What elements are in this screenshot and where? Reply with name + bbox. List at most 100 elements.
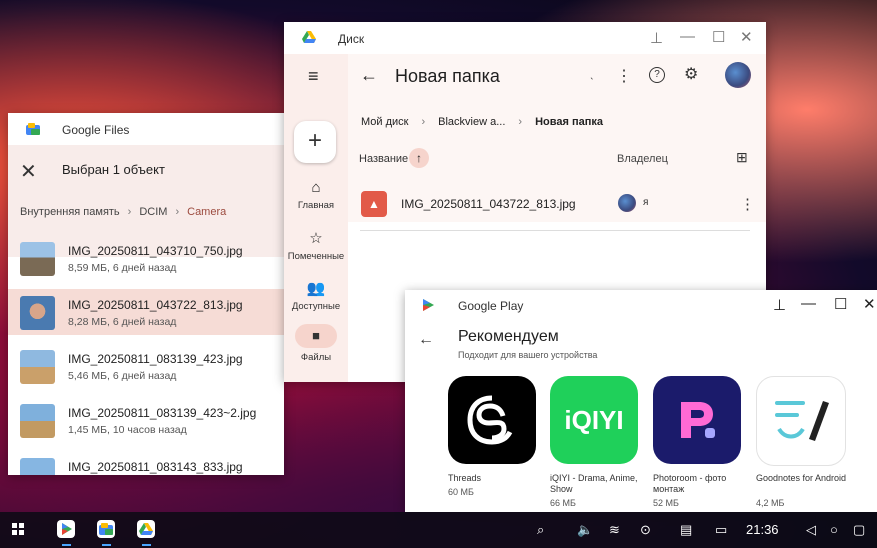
help-icon[interactable]: ? bbox=[649, 67, 665, 83]
list-item[interactable]: IMG_20250811_083139_423~2.jpg 1,45 МБ, 1… bbox=[8, 397, 284, 443]
more-vert-icon[interactable]: ⋮ bbox=[616, 66, 632, 86]
stray-mark: ˎ bbox=[590, 66, 594, 80]
image-file-icon: ▲ bbox=[361, 191, 387, 217]
grid-view-icon[interactable]: ⊞ bbox=[736, 149, 748, 166]
file-name: IMG_20250811_083139_423.jpg bbox=[68, 352, 243, 366]
avatar[interactable] bbox=[725, 62, 751, 88]
nav-back-icon[interactable]: ◁ bbox=[806, 522, 816, 538]
app-size: 52 МБ bbox=[653, 498, 679, 508]
files-titlebar[interactable]: Google Files bbox=[8, 113, 284, 145]
list-item[interactable]: IMG_20250811_043710_750.jpg 8,59 МБ, 6 д… bbox=[8, 235, 284, 281]
more-vert-icon[interactable]: ⋮ bbox=[740, 195, 755, 213]
sidebar-item-files[interactable]: ■ Файлы bbox=[284, 324, 348, 363]
sidebar-item-label: Главная bbox=[297, 200, 335, 211]
chevron-right-icon: › bbox=[421, 116, 426, 128]
breadcrumb: Мой диск › Blackview a... › Новая папка bbox=[361, 116, 603, 128]
list-item[interactable]: IMG_20250811_083143_833.jpg bbox=[8, 451, 284, 475]
image-thumbnail bbox=[20, 350, 55, 384]
app-size: 60 МБ bbox=[448, 487, 474, 497]
sort-arrow-up-icon[interactable]: ↑ bbox=[409, 148, 429, 168]
clock[interactable]: 21:36 bbox=[746, 522, 779, 537]
people-icon: 👥 bbox=[306, 280, 326, 297]
search-icon[interactable]: ⌕ bbox=[537, 522, 544, 538]
app-name[interactable]: Goodnotes for Android bbox=[756, 473, 852, 484]
settings-gear-icon[interactable]: ⚙ bbox=[684, 64, 698, 84]
selection-count: Выбран 1 объект bbox=[62, 162, 165, 177]
notification-circle-icon[interactable]: ⊙ bbox=[640, 522, 651, 538]
app-icon-iqiyi[interactable]: iQIYI bbox=[550, 376, 638, 464]
volume-icon[interactable]: 🔈 bbox=[577, 522, 593, 538]
file-meta: 8,28 МБ, 6 дней назад bbox=[68, 316, 177, 328]
breadcrumb-blackview[interactable]: Blackview a... bbox=[438, 116, 505, 128]
play-titlebar[interactable]: Google Play ⊥ — ☐ ✕ bbox=[405, 290, 877, 320]
maximize-icon[interactable]: ☐ bbox=[712, 28, 725, 46]
files-window: Google Files ✕ Выбран 1 объект Внутрення… bbox=[8, 113, 284, 475]
taskbar-play-icon[interactable] bbox=[57, 520, 75, 543]
app-icon-photoroom[interactable] bbox=[653, 376, 741, 464]
minimize-icon[interactable]: — bbox=[680, 28, 695, 45]
back-arrow-icon[interactable]: ← bbox=[418, 331, 434, 349]
table-row[interactable]: ▲ IMG_20250811_043722_813.jpg я ⋮ bbox=[348, 182, 766, 232]
app-icon-goodnotes[interactable] bbox=[756, 376, 846, 466]
menu-icon[interactable]: ≡ bbox=[308, 66, 319, 87]
app-size: 66 МБ bbox=[550, 498, 576, 508]
app-name[interactable]: Photoroom - фото монтаж bbox=[653, 473, 749, 495]
breadcrumb-dcim[interactable]: DCIM bbox=[139, 206, 167, 218]
running-indicator bbox=[102, 544, 111, 546]
files-app-icon bbox=[26, 123, 40, 138]
sidebar-item-label: Доступные bbox=[291, 301, 341, 312]
divider bbox=[360, 230, 750, 231]
app-drawer-icon[interactable] bbox=[12, 523, 25, 541]
back-arrow-icon[interactable]: ← bbox=[360, 65, 378, 86]
play-window-title: Google Play bbox=[458, 299, 524, 313]
sidebar-item-home[interactable]: ⌂ Главная bbox=[284, 179, 348, 211]
app-name[interactable]: iQIYI - Drama, Anime, Show bbox=[550, 473, 646, 495]
running-indicator bbox=[142, 544, 151, 546]
page-title: Новая папка bbox=[395, 66, 500, 86]
sidebar-item-starred[interactable]: ☆ Помеченные bbox=[284, 229, 348, 262]
folder-icon: ■ bbox=[295, 324, 337, 348]
close-icon[interactable]: ✕ bbox=[863, 295, 876, 313]
file-meta: 8,59 МБ, 6 дней назад bbox=[68, 262, 177, 274]
list-item-selected[interactable]: IMG_20250811_043722_813.jpg 8,28 МБ, 6 д… bbox=[8, 289, 284, 335]
minimize-icon[interactable]: — bbox=[801, 295, 816, 312]
column-header-name[interactable]: Название bbox=[359, 153, 408, 165]
new-button[interactable]: + bbox=[294, 121, 336, 163]
section-subtitle: Подходит для вашего устройства bbox=[458, 350, 598, 360]
pin-icon[interactable]: ⊥ bbox=[650, 29, 663, 47]
breadcrumb-camera[interactable]: Camera bbox=[187, 206, 226, 218]
close-icon[interactable]: ✕ bbox=[740, 28, 753, 46]
app-icon-threads[interactable] bbox=[448, 376, 536, 464]
file-meta: 5,46 МБ, 6 дней назад bbox=[68, 370, 177, 382]
close-icon[interactable]: ✕ bbox=[20, 159, 37, 184]
nav-recents-icon[interactable]: ▢ bbox=[853, 522, 865, 538]
chevron-right-icon: › bbox=[175, 206, 180, 218]
list-item[interactable]: IMG_20250811_083139_423.jpg 5,46 МБ, 6 д… bbox=[8, 343, 284, 389]
breadcrumb-my-drive[interactable]: Мой диск bbox=[361, 116, 408, 128]
nav-home-icon[interactable]: ○ bbox=[830, 522, 838, 537]
app-name[interactable]: Threads bbox=[448, 473, 544, 484]
chevron-right-icon: › bbox=[127, 206, 132, 218]
pin-icon[interactable]: ⊥ bbox=[773, 296, 786, 314]
file-name: IMG_20250811_043710_750.jpg bbox=[68, 244, 243, 258]
breadcrumb-new-folder[interactable]: Новая папка bbox=[535, 116, 603, 128]
iqiyi-logo-text: iQIYI bbox=[564, 405, 624, 435]
file-name: IMG_20250811_043722_813.jpg bbox=[401, 197, 576, 211]
owner-name: я bbox=[643, 197, 649, 208]
sidebar-item-shared[interactable]: 👥 Доступные bbox=[284, 279, 348, 312]
wifi-icon[interactable]: ≋ bbox=[609, 522, 620, 538]
maximize-icon[interactable]: ☐ bbox=[834, 295, 847, 313]
clipboard-icon[interactable]: ▤ bbox=[680, 522, 692, 538]
breadcrumb-internal-storage[interactable]: Внутренняя память bbox=[20, 206, 120, 218]
section-title: Рекомендуем bbox=[458, 328, 559, 345]
breadcrumb: Внутренняя память › DCIM › Camera bbox=[20, 206, 226, 218]
image-thumbnail bbox=[20, 458, 55, 475]
files-window-title: Google Files bbox=[62, 123, 130, 137]
taskbar-files-icon[interactable] bbox=[97, 520, 115, 543]
taskbar-drive-icon[interactable] bbox=[137, 520, 155, 543]
drive-titlebar[interactable]: Диск ⊥ — ☐ ✕ bbox=[284, 22, 766, 54]
image-thumbnail bbox=[20, 242, 55, 276]
file-name: IMG_20250811_083139_423~2.jpg bbox=[68, 406, 257, 420]
file-name: IMG_20250811_083143_833.jpg bbox=[68, 460, 243, 474]
battery-icon[interactable]: ▭ bbox=[715, 522, 727, 538]
